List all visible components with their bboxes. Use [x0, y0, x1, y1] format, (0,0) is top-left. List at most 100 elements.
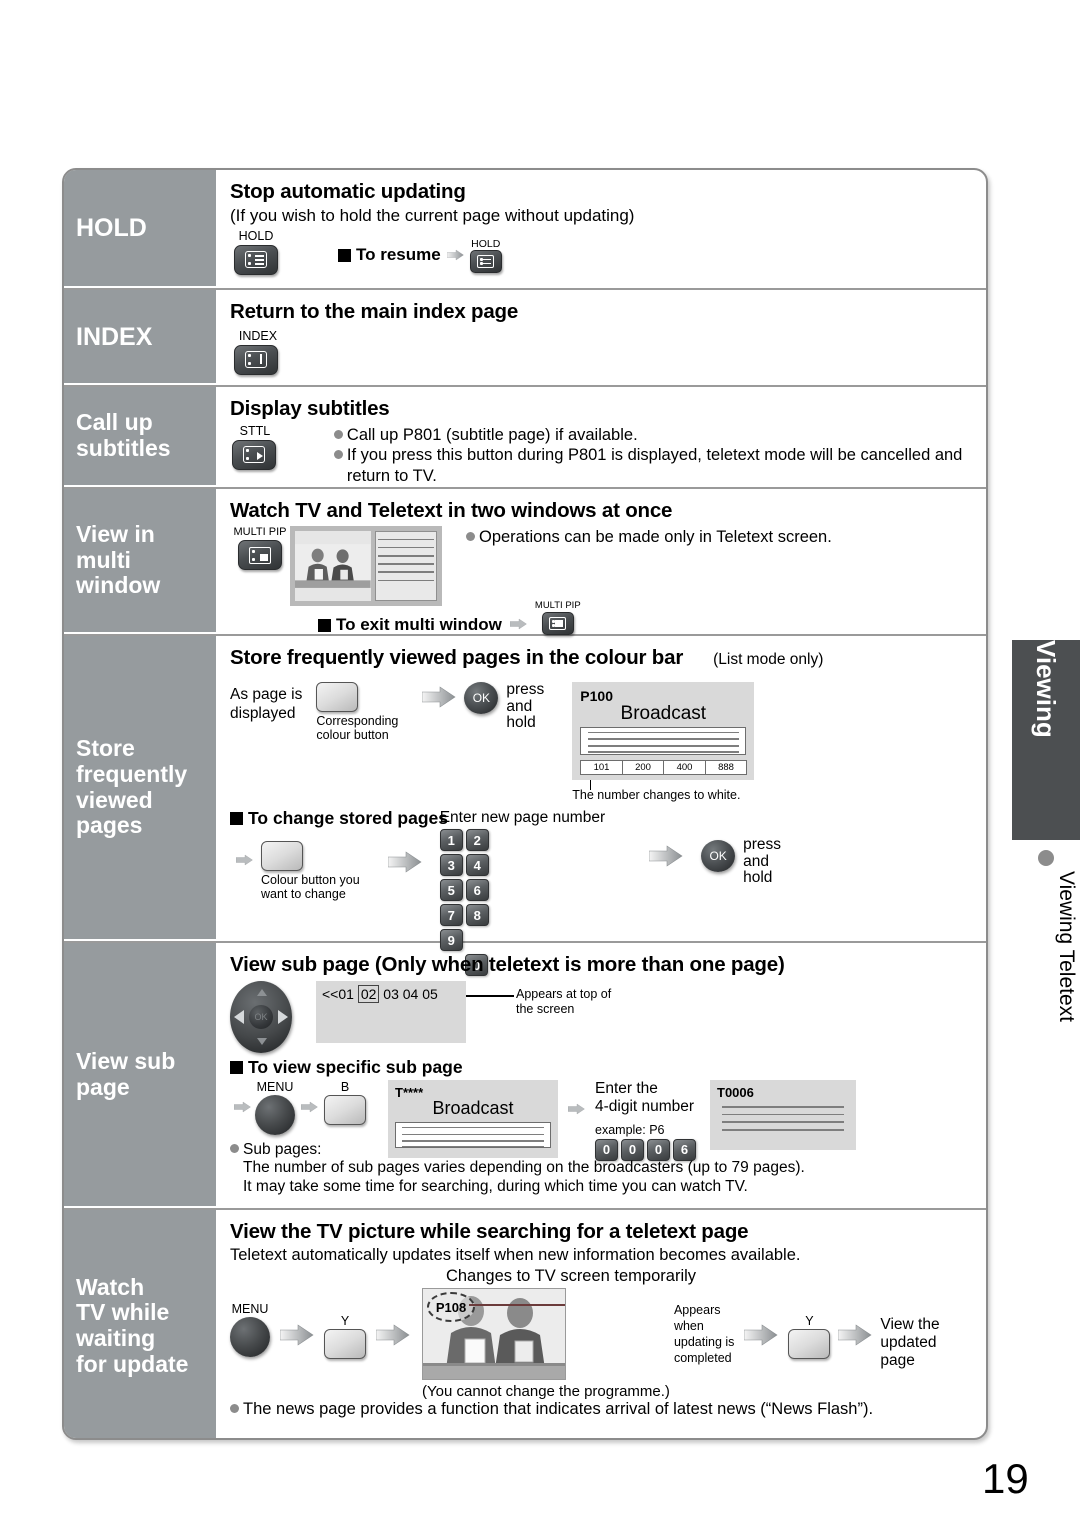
tv-screen-p108: P108 — [422, 1288, 566, 1380]
multipip-button-icon[interactable] — [238, 540, 282, 570]
section-heading: Watch TV and Teletext in two windows at … — [230, 499, 673, 522]
hold-button-icon[interactable] — [234, 244, 278, 275]
caption-line: press — [743, 836, 782, 853]
number-key[interactable]: 7 — [439, 904, 463, 926]
indicator-note: Appears at top of the screen — [516, 987, 611, 1017]
colour-bar-item[interactable]: 888 — [704, 760, 748, 775]
pip-glyph-icon — [249, 546, 271, 564]
multipip-button-caption: MULTI PIP — [233, 526, 287, 538]
number-key[interactable]: 6 — [465, 879, 489, 901]
sttl-button-icon[interactable] — [232, 439, 276, 470]
instruction-line: 4-digit number — [595, 1098, 695, 1116]
index-button-icon[interactable] — [234, 344, 278, 375]
colour-button-y-caption: Y — [340, 1314, 350, 1328]
arrow-right-icon — [649, 845, 683, 867]
sidebar-label-text: HOLD — [76, 214, 147, 242]
number-key[interactable]: 5 — [439, 879, 463, 901]
caption-line: updated — [880, 1333, 937, 1351]
sidebar-label-line: multi — [76, 546, 131, 573]
index-info-glyph-icon — [245, 351, 267, 368]
caption-line: colour button — [316, 728, 389, 743]
menu-button[interactable] — [255, 1095, 295, 1135]
section-tab-viewing: Viewing — [1012, 640, 1080, 840]
dpad-up-icon[interactable] — [257, 989, 267, 996]
hold-glyph-icon — [477, 254, 495, 268]
enter-new-page-number-label: Enter new page number — [439, 809, 606, 826]
sidebar-label-store-pages: Store frequently viewed pages — [64, 636, 216, 941]
sidebar-label-line: page — [76, 1073, 130, 1100]
section-body-view-sub-page: View sub page (Only when teletext is mor… — [216, 943, 986, 1208]
ok-button[interactable]: OK — [701, 840, 736, 872]
view-updated-page-caption: View the updated page — [880, 1316, 939, 1369]
bullet-dot-icon — [1038, 850, 1054, 866]
teletext-pane — [374, 531, 437, 601]
colour-button-b[interactable] — [324, 1095, 366, 1125]
corresponding-colour-button[interactable] — [316, 682, 359, 712]
arrow-right-icon — [376, 1324, 410, 1346]
dpad-control[interactable]: OK — [230, 981, 292, 1053]
dpad-left-icon[interactable] — [234, 1010, 244, 1024]
colour-bar-item[interactable]: 200 — [621, 760, 665, 775]
screen-text-lines — [580, 727, 747, 755]
caption-line: want to change — [261, 887, 346, 902]
sidebar-label-index: INDEX — [64, 290, 216, 385]
news-anchors-illustration — [295, 544, 371, 588]
arrow-right-icon — [234, 1100, 251, 1114]
screen-title: Broadcast — [620, 703, 707, 724]
arrow-right-icon — [446, 248, 464, 262]
number-key[interactable]: 2 — [465, 829, 489, 851]
sidebar-label-line: subtitles — [76, 435, 171, 461]
menu-button[interactable] — [230, 1317, 270, 1357]
colour-bar-item[interactable]: 400 — [663, 760, 706, 775]
instruction-line: Enter the — [595, 1080, 658, 1097]
bullet-item: If you press this button during P801 is … — [333, 445, 972, 486]
section-tab-caption-text: Viewing Teletext — [1055, 871, 1078, 1022]
colour-button-y-2[interactable] — [788, 1329, 831, 1359]
sidebar-label-view-sub-page: View sub page — [64, 943, 216, 1208]
note-line: It may take some time for searching, dur… — [243, 1177, 748, 1195]
caption-line: View the — [880, 1316, 940, 1333]
step-line: displayed — [230, 704, 296, 722]
arrow-right-icon — [422, 686, 456, 708]
section-heading: Display subtitles — [230, 397, 390, 420]
dpad-right-icon[interactable] — [278, 1010, 288, 1024]
square-bullet-icon — [318, 619, 331, 632]
section-heading: View sub page (Only when teletext is mor… — [230, 953, 785, 976]
arrow-right-icon — [236, 853, 253, 867]
subpage-indicator-text: <<01 02 03 04 05 — [322, 985, 438, 1003]
note-line: the screen — [516, 1002, 575, 1016]
number-key[interactable]: 8 — [465, 904, 489, 926]
sidebar-label-line: viewed — [76, 786, 153, 813]
bullet-dot-icon — [230, 1404, 239, 1413]
resume-hold-button-icon[interactable] — [469, 249, 502, 273]
screen-title: Broadcast — [432, 1098, 514, 1118]
number-key[interactable]: 4 — [465, 854, 489, 876]
section-body-multi-window: Watch TV and Teletext in two windows at … — [216, 489, 986, 635]
section-heading: Return to the main index page — [230, 300, 519, 323]
section-body-store-pages: Store frequently viewed pages in the col… — [216, 636, 986, 976]
subpage-indicator: <<01 02 03 04 05 — [322, 985, 460, 1003]
dpad-ok-center[interactable]: OK — [249, 1005, 273, 1029]
to-resume-label: To resume — [356, 245, 441, 264]
number-key[interactable]: 3 — [439, 854, 463, 876]
caption-line: hold — [743, 869, 773, 887]
page-tag-highlight: P108 — [427, 1292, 475, 1322]
dpad-down-icon[interactable] — [257, 1038, 267, 1045]
broadcast-screen-p100: P100 Broadcast 101 200 400 888 — [572, 682, 755, 780]
section-hold: HOLD Stop automatic updating (If you wis… — [64, 170, 986, 290]
index-button-caption: INDEX — [238, 329, 278, 343]
ok-button[interactable]: OK — [464, 682, 499, 714]
section-index: INDEX Return to the main index page INDE… — [64, 290, 986, 387]
colour-button-y-1[interactable] — [324, 1329, 366, 1359]
colour-button-to-change[interactable] — [261, 841, 303, 871]
hold-glyph-icon — [245, 251, 267, 268]
subpage-indicator-screen: <<01 02 03 04 05 — [316, 981, 466, 1043]
multipip-exit-button-icon[interactable] — [541, 612, 574, 635]
sidebar-label-line: View in — [76, 520, 155, 547]
colour-bar-item[interactable]: 101 — [580, 760, 623, 775]
menu-button-caption: MENU — [256, 1080, 294, 1094]
number-key[interactable]: 1 — [439, 829, 463, 851]
tv-picture — [295, 531, 371, 601]
section-subheading: Teletext automatically updates itself wh… — [230, 1246, 801, 1264]
screen-note: The number changes to white. — [572, 788, 741, 802]
